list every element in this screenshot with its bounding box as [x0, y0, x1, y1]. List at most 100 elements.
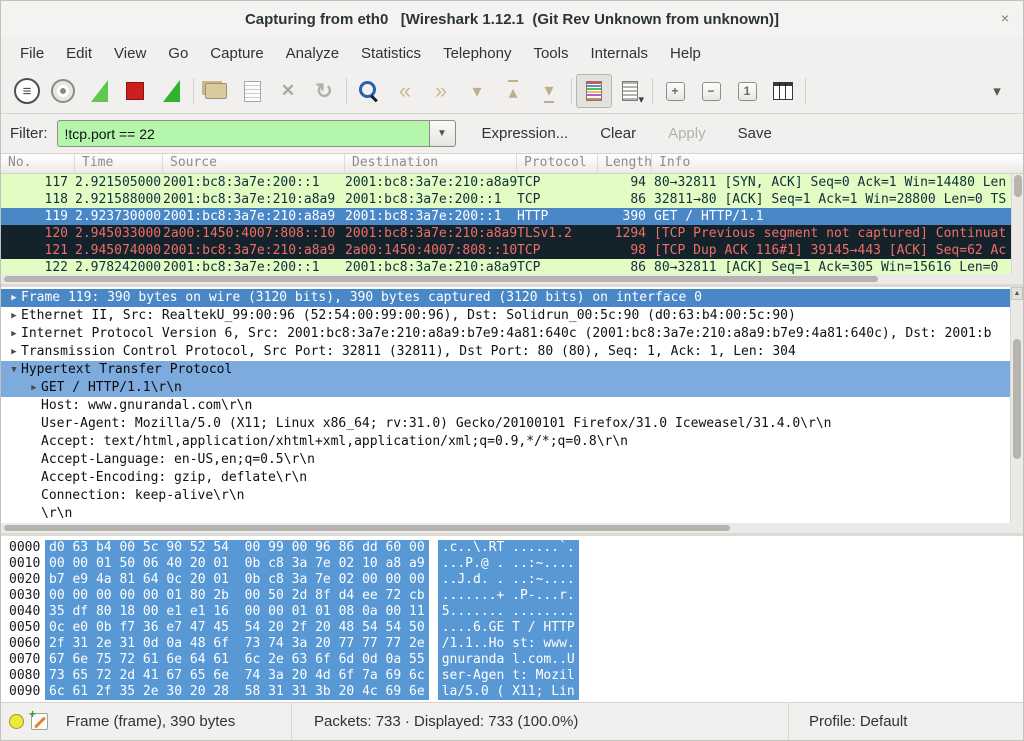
auto-scroll-icon[interactable]	[612, 74, 648, 108]
packet-cell-length: 94	[598, 174, 652, 191]
column-header-destination[interactable]: Destination	[345, 154, 517, 173]
hex-row[interactable]: 0020b7 e9 4a 81 64 0c 20 01 0b c8 3a 7e …	[1, 572, 1023, 588]
go-back-icon[interactable]	[387, 74, 423, 108]
collapsed-triangle-icon[interactable]: ▶	[27, 379, 41, 397]
menu-capture[interactable]: Capture	[199, 40, 274, 67]
column-header-time[interactable]: Time	[75, 154, 163, 173]
menu-telephony[interactable]: Telephony	[432, 40, 522, 67]
packet-cell-destination: 2001:bc8:3a7e:210:a8a9	[345, 259, 517, 274]
overflow-menu-icon[interactable]	[979, 74, 1015, 108]
hex-row[interactable]: 00906c 61 2f 35 2e 30 20 28 58 31 31 3b …	[1, 684, 1023, 700]
hex-row[interactable]: 001000 00 01 50 06 40 20 01 0b c8 3a 7e …	[1, 556, 1023, 572]
detail-row[interactable]: ▶Ethernet II, Src: RealtekU_99:00:96 (52…	[1, 307, 1023, 325]
packet-row[interactable]: 1192.9237300002001:bc8:3a7e:210:a8a92001…	[1, 208, 1023, 225]
save-file-icon[interactable]	[234, 74, 270, 108]
detail-row[interactable]: ▶GET / HTTP/1.1\r\n	[1, 379, 1023, 397]
collapsed-triangle-icon[interactable]: ▶	[7, 325, 21, 343]
menu-edit[interactable]: Edit	[55, 40, 103, 67]
go-to-packet-icon[interactable]	[459, 74, 495, 108]
start-capture-icon[interactable]	[81, 74, 117, 108]
open-file-icon[interactable]	[198, 74, 234, 108]
go-forward-icon[interactable]	[423, 74, 459, 108]
capture-options-icon[interactable]	[45, 74, 81, 108]
packet-list-vertical-scrollbar[interactable]	[1011, 174, 1023, 274]
hex-row[interactable]: 00500c e0 0b f7 36 e7 47 45 54 20 2f 20 …	[1, 620, 1023, 636]
detail-row[interactable]: Accept-Encoding: gzip, deflate\r\n	[1, 469, 1023, 487]
status-left-section: Frame (frame), 390 bytes	[1, 703, 291, 740]
packet-row[interactable]: 1202.9450330002a00:1450:4007:808::102001…	[1, 225, 1023, 242]
menu-internals[interactable]: Internals	[579, 40, 659, 67]
reload-icon[interactable]	[306, 74, 342, 108]
filter-dropdown-icon[interactable]: ▼	[429, 120, 456, 147]
packet-list-horizontal-scrollbar[interactable]	[1, 274, 1023, 284]
expanded-triangle-icon[interactable]: ▼	[7, 361, 21, 379]
detail-row[interactable]: User-Agent: Mozilla/5.0 (X11; Linux x86_…	[1, 415, 1023, 433]
hex-hex: 35 df 80 18 00 e1 e1 16 00 00 01 01 08 0…	[45, 604, 429, 620]
detail-text: Accept-Language: en-US,en;q=0.5\r\n	[41, 451, 315, 469]
expert-info-icon[interactable]	[9, 714, 24, 729]
detail-row[interactable]: Accept-Language: en-US,en;q=0.5\r\n	[1, 451, 1023, 469]
close-window-icon[interactable]: ×	[1001, 10, 1009, 26]
column-header-no[interactable]: No.	[1, 154, 75, 173]
menu-go[interactable]: Go	[157, 40, 199, 67]
hex-row[interactable]: 003000 00 00 00 00 01 80 2b 00 50 2d 8f …	[1, 588, 1023, 604]
menu-file[interactable]: File	[9, 40, 55, 67]
detail-row[interactable]: ▶Internet Protocol Version 6, Src: 2001:…	[1, 325, 1023, 343]
hex-row[interactable]: 00602f 31 2e 31 0d 0a 48 6f 73 74 3a 20 …	[1, 636, 1023, 652]
packet-row[interactable]: 1222.9782420002001:bc8:3a7e:200::12001:b…	[1, 259, 1023, 274]
save-button[interactable]: Save	[726, 120, 784, 147]
packet-row[interactable]: 1182.9215880002001:bc8:3a7e:210:a8a92001…	[1, 191, 1023, 208]
capture-comment-icon[interactable]	[31, 713, 48, 730]
hex-row[interactable]: 007067 6e 75 72 61 6e 64 61 6c 2e 63 6f …	[1, 652, 1023, 668]
restart-capture-icon[interactable]	[153, 74, 189, 108]
close-file-icon[interactable]	[270, 74, 306, 108]
zoom-100-icon[interactable]	[729, 74, 765, 108]
details-horizontal-scrollbar[interactable]	[1, 523, 1023, 533]
collapsed-triangle-icon[interactable]: ▶	[7, 289, 21, 307]
column-header-length[interactable]: Length	[598, 154, 652, 173]
find-packet-icon[interactable]	[351, 74, 387, 108]
column-header-info[interactable]: Info	[652, 154, 1023, 173]
menu-analyze[interactable]: Analyze	[275, 40, 350, 67]
detail-row[interactable]: ▶Frame 119: 390 bytes on wire (3120 bits…	[1, 289, 1023, 307]
hex-row[interactable]: 004035 df 80 18 00 e1 e1 16 00 00 01 01 …	[1, 604, 1023, 620]
collapsed-triangle-icon[interactable]: ▶	[7, 343, 21, 361]
collapsed-triangle-icon[interactable]: ▶	[7, 307, 21, 325]
detail-row[interactable]: Accept: text/html,application/xhtml+xml,…	[1, 433, 1023, 451]
column-header-protocol[interactable]: Protocol	[517, 154, 598, 173]
hex-row[interactable]: 008073 65 72 2d 41 67 65 6e 74 3a 20 4d …	[1, 668, 1023, 684]
menu-tools[interactable]: Tools	[522, 40, 579, 67]
hex-offset: 0050	[1, 620, 41, 636]
stop-capture-icon[interactable]	[117, 74, 153, 108]
filter-label: Filter:	[10, 125, 48, 142]
packet-row[interactable]: 1212.9450740002001:bc8:3a7e:210:a8a92a00…	[1, 242, 1023, 259]
interfaces-icon[interactable]	[9, 74, 45, 108]
filter-input[interactable]	[57, 120, 429, 147]
packet-row[interactable]: 1172.9215050002001:bc8:3a7e:200::12001:b…	[1, 174, 1023, 191]
zoom-out-icon[interactable]	[693, 74, 729, 108]
packet-cell-info: [TCP Previous segment not captured] Cont…	[652, 225, 1023, 242]
scroll-up-icon[interactable]: ▲	[1011, 287, 1023, 300]
menu-help[interactable]: Help	[659, 40, 712, 67]
detail-row[interactable]: Host: www.gnurandal.com\r\n	[1, 397, 1023, 415]
zoom-in-icon[interactable]	[657, 74, 693, 108]
detail-row[interactable]: ▶Transmission Control Protocol, Src Port…	[1, 343, 1023, 361]
expression-button[interactable]: Expression...	[470, 120, 581, 147]
resize-columns-icon[interactable]	[765, 74, 801, 108]
detail-text: Host: www.gnurandal.com\r\n	[41, 397, 252, 415]
menu-view[interactable]: View	[103, 40, 157, 67]
menu-statistics[interactable]: Statistics	[350, 40, 432, 67]
hex-row[interactable]: 0000d0 63 b4 00 5c 90 52 54 00 99 00 96 …	[1, 540, 1023, 556]
go-to-bottom-icon[interactable]	[531, 74, 567, 108]
detail-row[interactable]: Connection: keep-alive\r\n	[1, 487, 1023, 505]
colorize-icon[interactable]	[576, 74, 612, 108]
detail-row[interactable]: \r\n	[1, 505, 1023, 523]
details-vertical-scrollbar[interactable]: ▲	[1010, 287, 1023, 523]
apply-button[interactable]: Apply	[656, 120, 718, 147]
go-to-top-icon[interactable]	[495, 74, 531, 108]
column-header-source[interactable]: Source	[163, 154, 345, 173]
hex-ascii: gnuranda l.com..U	[438, 652, 579, 668]
clear-button[interactable]: Clear	[588, 120, 648, 147]
detail-row[interactable]: ▼Hypertext Transfer Protocol	[1, 361, 1023, 379]
status-packets-text: Packets: 733 · Displayed: 733 (100.0%)	[314, 713, 578, 730]
